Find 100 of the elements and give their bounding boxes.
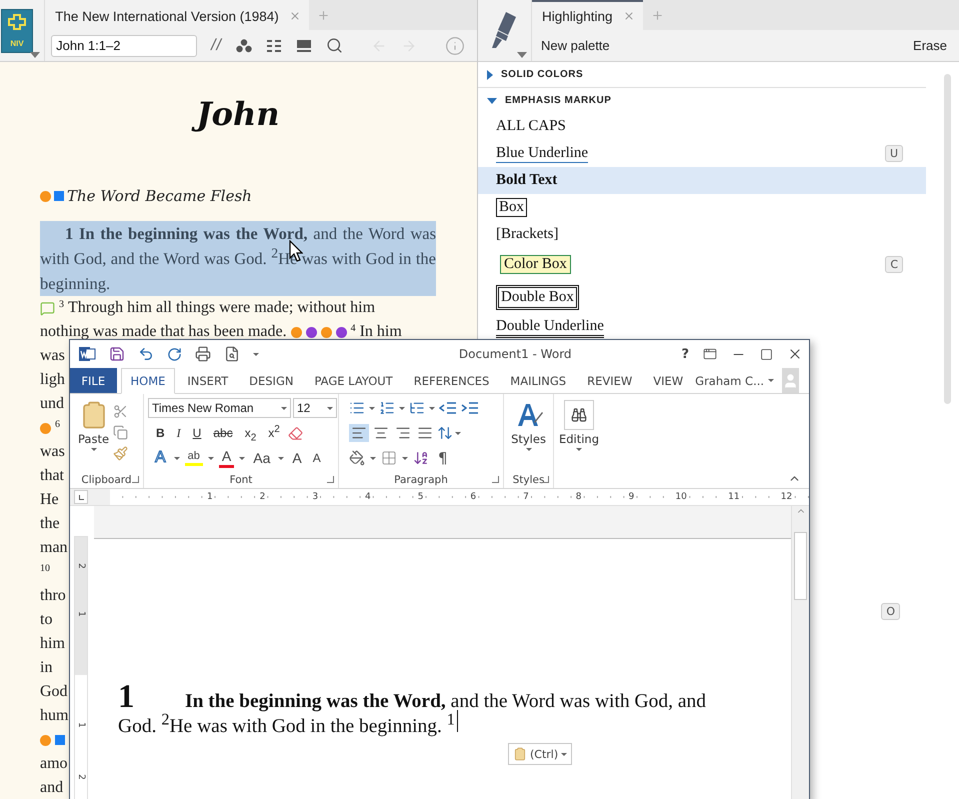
reference-field[interactable]: John 1:1–2 bbox=[51, 34, 198, 56]
ribbon-display-icon[interactable] bbox=[703, 347, 717, 361]
verse-text: in bbox=[40, 659, 52, 677]
highlight-style-item[interactable]: Double Box bbox=[478, 281, 926, 314]
note-marker-dot[interactable] bbox=[306, 326, 317, 338]
styles-button[interactable]: Styles bbox=[507, 398, 550, 472]
note-marker-dot[interactable] bbox=[320, 326, 332, 338]
note-marker-dot[interactable] bbox=[40, 734, 51, 746]
show-formatting-button[interactable]: ¶ bbox=[434, 449, 452, 467]
note-marker-dot[interactable] bbox=[40, 422, 51, 434]
redo-icon[interactable] bbox=[167, 346, 182, 362]
scissors-icon[interactable] bbox=[113, 404, 128, 419]
disclosure-triangle-icon[interactable] bbox=[487, 70, 493, 80]
font-effect-button[interactable]: ab bbox=[184, 450, 203, 466]
maximize-icon[interactable] bbox=[760, 348, 773, 360]
dropdown-caret-icon[interactable] bbox=[517, 52, 527, 58]
document-text: God. $^{2}$He was with God in the beginning. $^{1}$ bbox=[118, 716, 455, 738]
format-button[interactable]: x$^{2}$ bbox=[264, 426, 284, 440]
format-button[interactable]: x$_{2}$ bbox=[240, 426, 260, 440]
verse-text: hum bbox=[40, 707, 68, 725]
multilevel-list-icon[interactable] bbox=[409, 400, 425, 416]
dots-cluster-icon[interactable] bbox=[236, 38, 252, 52]
note-marker-square[interactable] bbox=[54, 191, 64, 201]
verse-text: to bbox=[40, 611, 52, 629]
align-left-button[interactable] bbox=[349, 424, 369, 442]
resource-tab[interactable]: The New International Version (1984) bbox=[45, 0, 309, 30]
new-palette-button[interactable]: New palette bbox=[541, 38, 610, 53]
word-app-icon[interactable] bbox=[79, 346, 96, 362]
caret-icon[interactable] bbox=[208, 456, 214, 460]
format-button[interactable]: I bbox=[172, 426, 185, 440]
font-effect-button[interactable]: Aa bbox=[250, 450, 274, 466]
caret-icon[interactable] bbox=[239, 456, 246, 460]
group-label: Styles bbox=[512, 474, 544, 486]
print-preview-icon[interactable] bbox=[224, 346, 240, 362]
note-marker-square[interactable] bbox=[55, 735, 65, 745]
highlight-style-item[interactable]: Blue Underline U bbox=[478, 140, 926, 167]
panel-icon[interactable] bbox=[296, 38, 312, 52]
font-effect-button[interactable]: A bbox=[289, 450, 305, 466]
undo-icon[interactable] bbox=[138, 346, 154, 362]
highlight-style-item[interactable]: [Brackets] bbox=[478, 221, 926, 248]
font-effect-button[interactable]: A bbox=[152, 448, 169, 468]
clipboard-icon[interactable] bbox=[513, 747, 527, 761]
ribbon-tab[interactable]: FILE bbox=[70, 368, 116, 393]
caret-icon[interactable] bbox=[768, 379, 774, 382]
tab-selector[interactable] bbox=[74, 490, 88, 504]
scrollbar-thumb[interactable] bbox=[794, 532, 807, 600]
eraser-icon[interactable] bbox=[288, 426, 303, 440]
erase-button[interactable]: Erase bbox=[913, 38, 947, 53]
verse-text: and bbox=[40, 779, 64, 797]
decrease-indent-icon[interactable] bbox=[439, 401, 457, 415]
disclosure-triangle-icon[interactable] bbox=[487, 98, 497, 104]
section-header[interactable]: EMPHASIS MARKUP bbox=[478, 88, 926, 113]
dialog-launcher-icon[interactable] bbox=[492, 476, 499, 483]
bullet-list-icon[interactable] bbox=[349, 400, 365, 416]
help-button[interactable]: ? bbox=[681, 346, 689, 362]
printer-icon[interactable] bbox=[195, 346, 211, 362]
highlighting-tab[interactable]: Highlighting bbox=[532, 0, 643, 30]
increase-indent-icon[interactable] bbox=[461, 401, 479, 415]
search-icon[interactable] bbox=[326, 37, 343, 54]
dropdown-caret-icon[interactable] bbox=[30, 52, 40, 58]
dialog-launcher-icon[interactable] bbox=[132, 476, 139, 483]
ribbon-tab[interactable]: HOME bbox=[120, 368, 176, 394]
user-name[interactable]: Graham C... bbox=[695, 374, 764, 388]
highlight-style-item[interactable]: Box bbox=[478, 194, 926, 221]
dialog-launcher-icon[interactable] bbox=[542, 476, 549, 483]
sort-icon[interactable] bbox=[413, 450, 429, 466]
editing-button[interactable]: Editing bbox=[554, 398, 604, 488]
note-marker-dot[interactable] bbox=[290, 326, 302, 338]
note-marker-dot[interactable] bbox=[336, 326, 347, 338]
font-size-dropdown[interactable]: 12 bbox=[293, 398, 337, 418]
paste-options-button[interactable]: (Ctrl) bbox=[508, 743, 572, 765]
caret-icon[interactable] bbox=[174, 456, 180, 460]
highlight-style-item[interactable]: ALL CAPS bbox=[478, 113, 926, 140]
dialog-launcher-icon[interactable] bbox=[327, 476, 334, 483]
parallel-resources-button[interactable]: // bbox=[211, 36, 222, 54]
caret-icon[interactable] bbox=[278, 456, 284, 460]
borders-icon[interactable] bbox=[381, 450, 397, 466]
customize-caret-icon[interactable] bbox=[253, 352, 259, 356]
save-icon[interactable] bbox=[109, 346, 125, 362]
font-name-dropdown[interactable]: Times New Roman bbox=[148, 398, 291, 418]
font-effect-button[interactable]: A bbox=[218, 448, 234, 468]
format-button[interactable]: U bbox=[188, 426, 206, 440]
format-button[interactable]: B bbox=[152, 426, 169, 440]
verse-number: 10 bbox=[40, 563, 50, 574]
shortcut-key: C bbox=[885, 256, 903, 273]
section-header[interactable]: SOLID COLORS bbox=[478, 62, 926, 88]
line-spacing-icon[interactable] bbox=[437, 425, 453, 441]
paint-bucket-icon[interactable] bbox=[349, 450, 365, 466]
copy-icon[interactable] bbox=[113, 425, 128, 440]
highlight-style-item[interactable]: Bold Text bbox=[478, 167, 926, 194]
list-layout-icon[interactable] bbox=[266, 38, 282, 52]
numbered-list-icon[interactable] bbox=[379, 400, 395, 416]
format-button[interactable]: abc bbox=[209, 426, 237, 440]
font-effect-button[interactable]: A bbox=[310, 450, 324, 466]
highlight-style-item[interactable]: Color Box C bbox=[478, 248, 926, 281]
note-marker-dot[interactable] bbox=[40, 190, 51, 202]
scrollbar-thumb[interactable] bbox=[944, 74, 951, 404]
paste-button[interactable]: Paste bbox=[74, 398, 114, 472]
binoculars-icon[interactable] bbox=[571, 407, 587, 423]
horizontal-ruler[interactable]: 1 2 3 4 5 6 7 8 9 10 11 12 bbox=[110, 489, 809, 505]
